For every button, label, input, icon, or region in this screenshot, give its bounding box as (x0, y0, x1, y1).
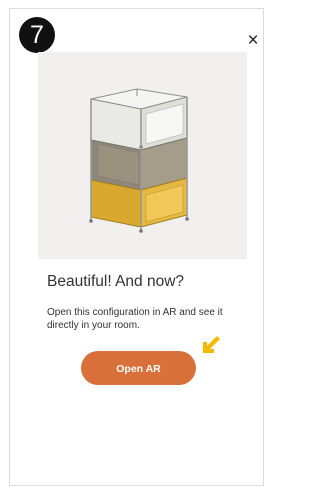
shelf-foot (89, 219, 93, 223)
step-number-badge: 7 (19, 17, 55, 53)
close-icon[interactable]: × (243, 31, 263, 51)
shelf-illustration (89, 88, 189, 233)
product-preview-image (38, 52, 247, 259)
dialog-description: Open this configuration in AR and see it… (47, 307, 223, 331)
open-ar-button[interactable]: Open AR (81, 351, 196, 385)
dialog-heading: Beautiful! And now? (47, 273, 185, 290)
arrow-pointer-icon (203, 336, 220, 353)
shelf-foot (139, 229, 143, 233)
shelf-foot (185, 217, 189, 221)
page: 7 × Beautiful! And now? Open this config… (0, 0, 266, 491)
